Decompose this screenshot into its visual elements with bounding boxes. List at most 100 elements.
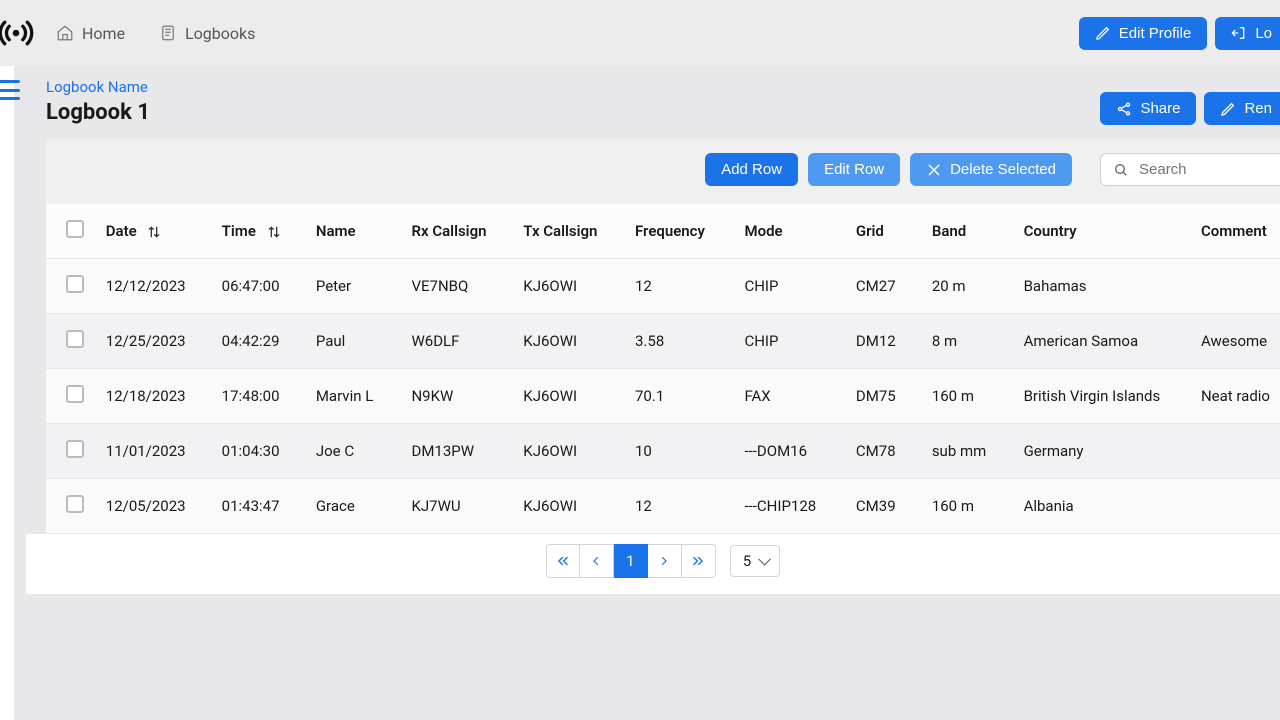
- row-checkbox[interactable]: [66, 440, 84, 458]
- page-size-select[interactable]: 5: [730, 545, 780, 577]
- cell-country: American Samoa: [1014, 314, 1191, 369]
- sort-icon: [146, 224, 162, 240]
- cell-grid: CM27: [846, 259, 922, 314]
- cell-freq: 12: [625, 479, 734, 534]
- logbook-table: Date Time Name Rx Callsign Tx Callsign F…: [46, 204, 1280, 534]
- edit-row-button[interactable]: Edit Row: [808, 153, 900, 186]
- table-row[interactable]: 11/01/202301:04:30Joe CDM13PWKJ6OWI10---…: [46, 424, 1280, 479]
- cell-rx: N9KW: [401, 369, 513, 424]
- col-header-band[interactable]: Band: [922, 204, 1014, 259]
- cell-comment: [1191, 424, 1280, 479]
- pencil-icon: [1220, 101, 1236, 117]
- col-header-time[interactable]: Time: [212, 204, 306, 259]
- col-header-comment[interactable]: Comment: [1191, 204, 1280, 259]
- logout-label: Lo: [1255, 25, 1272, 42]
- cell-freq: 3.58: [625, 314, 734, 369]
- cell-country: Bahamas: [1014, 259, 1191, 314]
- col-header-tx[interactable]: Tx Callsign: [513, 204, 625, 259]
- col-header-rx[interactable]: Rx Callsign: [401, 204, 513, 259]
- col-header-grid[interactable]: Grid: [846, 204, 922, 259]
- edit-profile-button[interactable]: Edit Profile: [1079, 17, 1208, 50]
- cell-tx: KJ6OWI: [513, 369, 625, 424]
- cell-band: 160 m: [922, 369, 1014, 424]
- page-number-1[interactable]: 1: [614, 544, 648, 578]
- col-header-mode[interactable]: Mode: [734, 204, 845, 259]
- cell-date: 12/25/2023: [96, 314, 212, 369]
- cell-grid: DM75: [846, 369, 922, 424]
- row-checkbox[interactable]: [66, 385, 84, 403]
- cell-time: 01:04:30: [212, 424, 306, 479]
- table-row[interactable]: 12/18/202317:48:00Marvin LN9KWKJ6OWI70.1…: [46, 369, 1280, 424]
- cell-date: 12/05/2023: [96, 479, 212, 534]
- share-button[interactable]: Share: [1100, 92, 1196, 125]
- table-row[interactable]: 12/12/202306:47:00PeterVE7NBQKJ6OWI12CHI…: [46, 259, 1280, 314]
- delete-selected-button[interactable]: Delete Selected: [910, 153, 1072, 186]
- chevron-right-icon: [658, 555, 670, 567]
- add-row-label: Add Row: [721, 161, 782, 178]
- cell-rx: KJ7WU: [401, 479, 513, 534]
- hamburger-icon: [0, 80, 20, 100]
- cell-mode: CHIP: [734, 259, 845, 314]
- cell-mode: ---CHIP128: [734, 479, 845, 534]
- sidebar-toggle[interactable]: [0, 66, 26, 720]
- col-header-name[interactable]: Name: [306, 204, 402, 259]
- pagination: 1 5: [26, 534, 1280, 594]
- cell-band: 20 m: [922, 259, 1014, 314]
- share-icon: [1116, 101, 1132, 117]
- cell-time: 17:48:00: [212, 369, 306, 424]
- row-checkbox[interactable]: [66, 330, 84, 348]
- chevrons-right-icon: [691, 554, 705, 568]
- sort-icon: [266, 224, 282, 240]
- select-all-checkbox[interactable]: [66, 220, 84, 238]
- cell-band: 160 m: [922, 479, 1014, 534]
- cell-comment: Neat radio: [1191, 369, 1280, 424]
- add-row-button[interactable]: Add Row: [705, 153, 798, 186]
- col-header-country[interactable]: Country: [1014, 204, 1191, 259]
- cell-freq: 12: [625, 259, 734, 314]
- cell-tx: KJ6OWI: [513, 259, 625, 314]
- rename-button[interactable]: Ren: [1204, 92, 1280, 125]
- search-icon: [1113, 162, 1129, 178]
- navbar: Home Logbooks Edit Profile Lo: [0, 0, 1280, 66]
- page-first-button[interactable]: [546, 544, 580, 578]
- nav-logbooks-label: Logbooks: [185, 24, 255, 43]
- page-prev-button[interactable]: [580, 544, 614, 578]
- col-header-freq[interactable]: Frequency: [625, 204, 734, 259]
- cell-mode: FAX: [734, 369, 845, 424]
- cell-country: British Virgin Islands: [1014, 369, 1191, 424]
- col-header-date[interactable]: Date: [96, 204, 212, 259]
- page-title: Logbook 1: [46, 100, 150, 125]
- chevron-left-icon: [590, 555, 602, 567]
- edit-row-label: Edit Row: [824, 161, 884, 178]
- search-input-wrap[interactable]: [1100, 153, 1280, 186]
- app-logo-icon: [0, 13, 36, 53]
- cell-name: Paul: [306, 314, 402, 369]
- table-row[interactable]: 12/25/202304:42:29PaulW6DLFKJ6OWI3.58CHI…: [46, 314, 1280, 369]
- logout-button[interactable]: Lo: [1215, 17, 1280, 50]
- share-label: Share: [1140, 100, 1180, 117]
- search-input[interactable]: [1139, 161, 1259, 178]
- delete-selected-label: Delete Selected: [950, 161, 1056, 178]
- cell-grid: DM12: [846, 314, 922, 369]
- cell-name: Joe C: [306, 424, 402, 479]
- close-icon: [926, 162, 942, 178]
- row-checkbox[interactable]: [66, 495, 84, 513]
- table-toolbar: Add Row Edit Row Delete Selected: [46, 139, 1280, 204]
- cell-mode: ---DOM16: [734, 424, 845, 479]
- cell-tx: KJ6OWI: [513, 314, 625, 369]
- page-next-button[interactable]: [648, 544, 682, 578]
- cell-grid: CM39: [846, 479, 922, 534]
- cell-date: 11/01/2023: [96, 424, 212, 479]
- breadcrumb[interactable]: Logbook Name: [46, 78, 150, 96]
- cell-time: 01:43:47: [212, 479, 306, 534]
- row-checkbox[interactable]: [66, 275, 84, 293]
- cell-comment: [1191, 259, 1280, 314]
- nav-logbooks[interactable]: Logbooks: [159, 24, 255, 43]
- cell-tx: KJ6OWI: [513, 424, 625, 479]
- logout-icon: [1231, 25, 1247, 41]
- cell-rx: W6DLF: [401, 314, 513, 369]
- table-row[interactable]: 12/05/202301:43:47GraceKJ7WUKJ6OWI12---C…: [46, 479, 1280, 534]
- nav-home[interactable]: Home: [56, 24, 125, 43]
- page-last-button[interactable]: [682, 544, 716, 578]
- cell-rx: DM13PW: [401, 424, 513, 479]
